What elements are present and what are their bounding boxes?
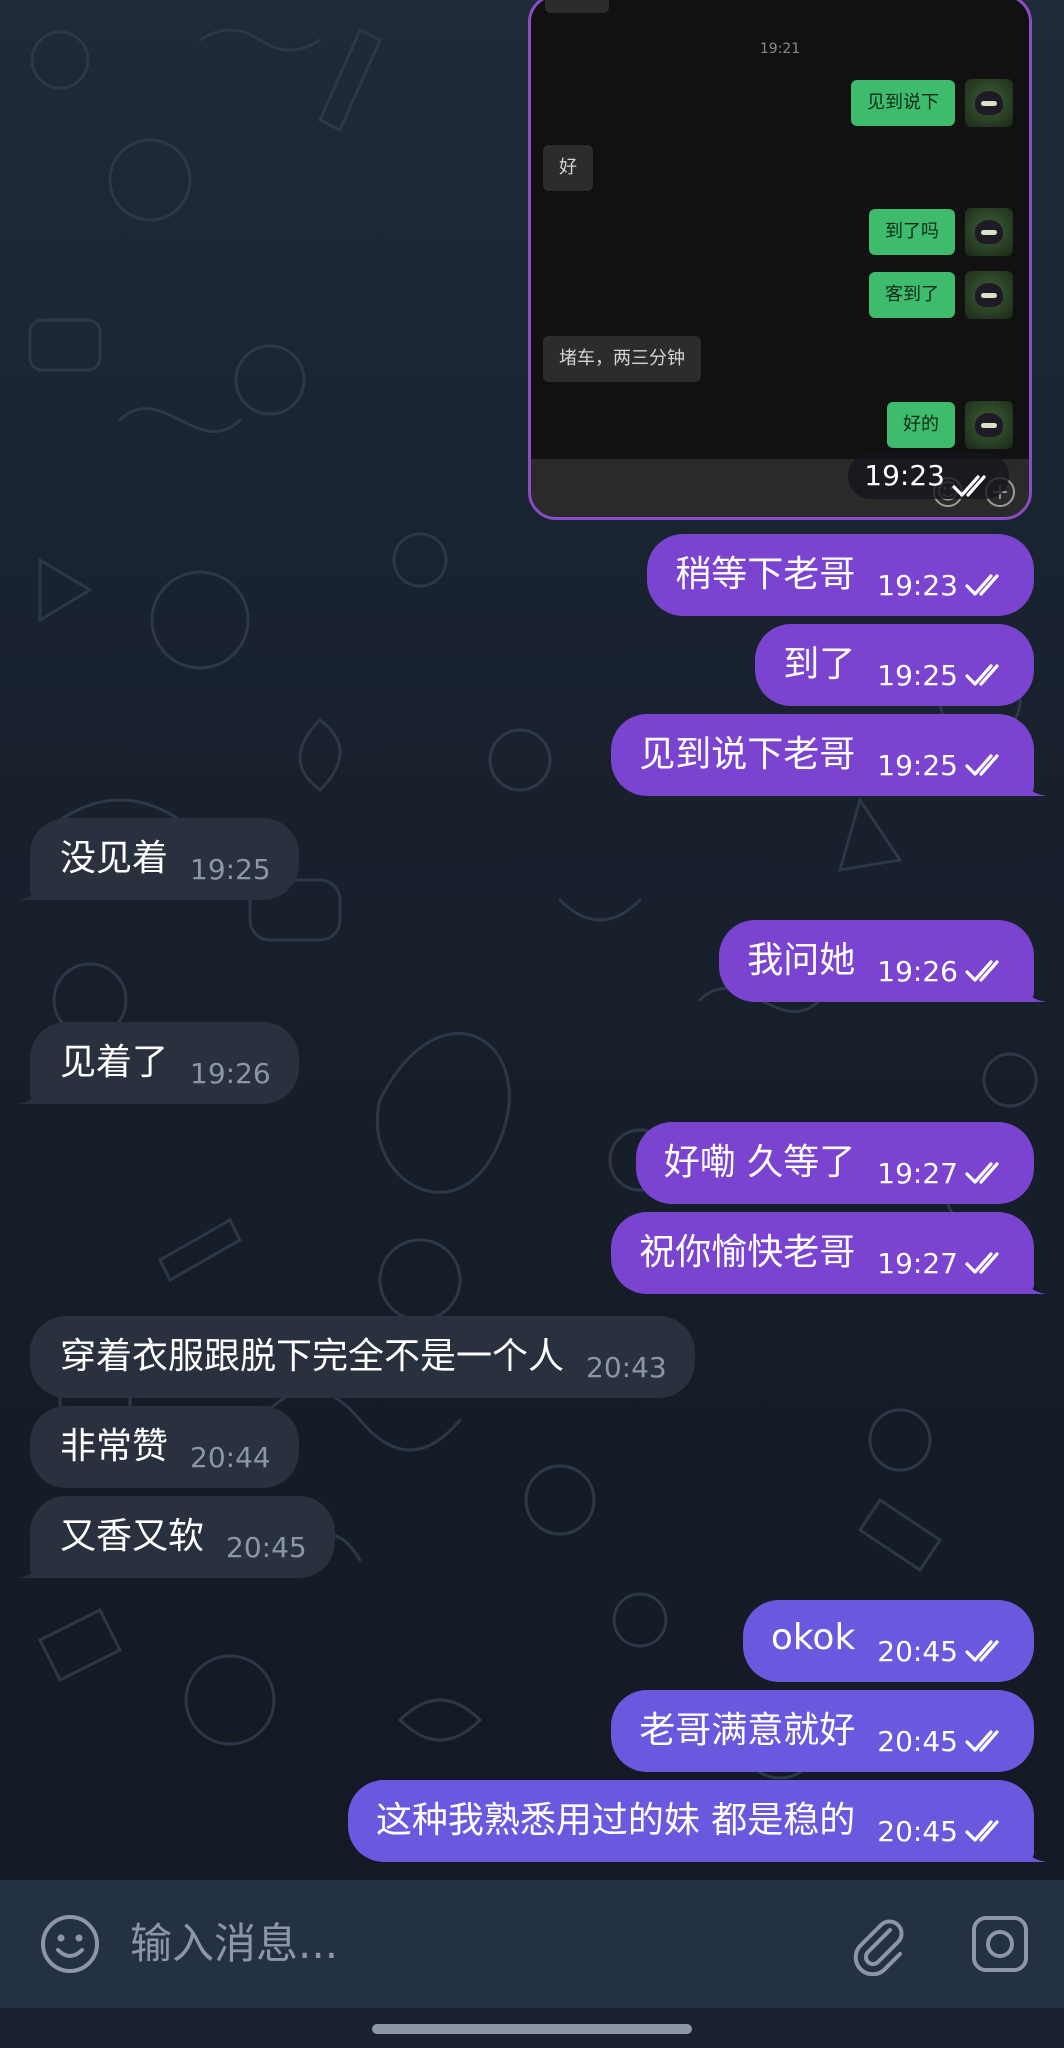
screenshot-time-label: 19:21 — [759, 41, 801, 57]
double-check-icon — [965, 1640, 999, 1662]
wechat-message-row: 好的 — [887, 401, 1013, 449]
message-time: 19:25 — [877, 748, 958, 782]
bubble-tail — [18, 1076, 46, 1104]
double-check-icon — [965, 960, 999, 982]
incoming-message[interactable]: 没见着 19:25 — [18, 818, 299, 900]
bubble-tail — [18, 872, 46, 900]
message-time: 19:23 — [877, 568, 958, 602]
incoming-message[interactable]: 又香又软 20:45 — [18, 1496, 335, 1578]
message-time: 20:44 — [190, 1440, 271, 1474]
message-timestamp: 19:23 — [848, 453, 1009, 499]
double-check-icon — [965, 754, 999, 776]
chat-background: 亏嘞 19:21 见到说下 好 到了吗 客到了 堵车，两三分钟 好的 — [0, 0, 1064, 1880]
outgoing-message[interactable]: 这种我熟悉用过的妹 都是稳的 20:45 — [347, 1780, 1046, 1862]
message-text: 稍等下老哥 — [675, 554, 856, 595]
message-text: 祝你愉快老哥 — [639, 1232, 856, 1273]
system-navigation-bar — [0, 2008, 1064, 2048]
bubble-tail — [1018, 974, 1046, 1002]
camera-icon[interactable] — [968, 1912, 1032, 1976]
outgoing-message[interactable]: 稍等下老哥 19:23 — [647, 534, 1034, 616]
avatar — [965, 401, 1013, 449]
message-time: 19:25 — [877, 658, 958, 692]
outgoing-message[interactable]: 好嘞 久等了 19:27 — [635, 1122, 1034, 1204]
wechat-message-row: 堵车，两三分钟 — [543, 336, 701, 382]
outgoing-message[interactable]: 到了 19:25 — [755, 624, 1034, 706]
incoming-message[interactable]: 非常赞 20:44 — [30, 1406, 299, 1488]
message-time: 19:25 — [190, 852, 271, 886]
double-check-icon — [952, 475, 986, 497]
outgoing-message[interactable]: 祝你愉快老哥 19:27 — [611, 1212, 1046, 1294]
outgoing-message[interactable]: 我问她 19:26 — [719, 920, 1046, 1002]
outgoing-message[interactable]: 老哥满意就好 20:45 — [611, 1690, 1034, 1772]
message-time: 20:45 — [877, 1724, 958, 1758]
bubble-tail — [1018, 1834, 1046, 1862]
paperclip-icon[interactable] — [846, 1912, 910, 1976]
double-check-icon — [965, 1252, 999, 1274]
message-input-bar: 输入消息... — [0, 1880, 1064, 2008]
home-indicator[interactable] — [372, 2024, 692, 2034]
wechat-message-row: 见到说下 — [851, 79, 1013, 127]
screenshot-image-card[interactable]: 亏嘞 19:21 见到说下 好 到了吗 客到了 堵车，两三分钟 好的 — [528, 0, 1032, 520]
wechat-bubble: 到了吗 — [869, 209, 955, 255]
message-time: 20:45 — [226, 1530, 307, 1564]
timestamp-text: 19:23 — [864, 459, 945, 492]
message-text: 好嘞 久等了 — [663, 1142, 856, 1183]
avatar — [965, 79, 1013, 127]
message-time: 20:45 — [877, 1814, 958, 1848]
message-text: 穿着衣服跟脱下完全不是一个人 — [60, 1336, 565, 1377]
message-time: 19:26 — [190, 1056, 271, 1090]
message-text: 这种我熟悉用过的妹 都是稳的 — [375, 1800, 856, 1841]
message-time: 19:26 — [877, 954, 958, 988]
bubble-tail — [18, 1550, 46, 1578]
incoming-message[interactable]: 见着了 19:26 — [18, 1022, 299, 1104]
double-check-icon — [965, 664, 999, 686]
outgoing-message[interactable]: okok 20:45 — [742, 1600, 1034, 1682]
bubble-tail — [1018, 1266, 1046, 1294]
emoji-icon[interactable] — [38, 1912, 102, 1976]
wechat-bubble: 见到说下 — [851, 80, 955, 126]
message-text: okok — [770, 1616, 856, 1658]
message-time: 20:45 — [877, 1634, 958, 1668]
message-text: 没见着 — [60, 838, 169, 879]
incoming-message[interactable]: 穿着衣服跟脱下完全不是一个人 20:43 — [30, 1316, 695, 1398]
avatar — [965, 271, 1013, 319]
partial-message-bubble: 亏嘞 — [545, 0, 609, 13]
wechat-screenshot: 亏嘞 19:21 见到说下 好 到了吗 客到了 堵车，两三分钟 好的 — [531, 0, 1029, 517]
message-time: 20:43 — [586, 1350, 667, 1384]
wechat-bubble: 客到了 — [869, 272, 955, 318]
double-check-icon — [965, 574, 999, 596]
wechat-message-row: 到了吗 — [869, 208, 1013, 256]
message-text: 见到说下老哥 — [639, 734, 856, 775]
outgoing-message[interactable]: 见到说下老哥 19:25 — [611, 714, 1046, 796]
message-text: 非常赞 — [60, 1426, 169, 1467]
message-time: 19:27 — [877, 1156, 958, 1190]
message-text: 见着了 — [60, 1042, 169, 1083]
wechat-bubble: 好 — [543, 145, 593, 191]
wechat-bubble: 堵车，两三分钟 — [543, 336, 701, 382]
wechat-message-row: 好 — [543, 145, 593, 191]
message-text: 到了 — [783, 644, 856, 685]
message-text: 我问她 — [747, 940, 856, 981]
bubble-tail — [1018, 768, 1046, 796]
wechat-message-row: 客到了 — [869, 271, 1013, 319]
double-check-icon — [965, 1162, 999, 1184]
double-check-icon — [965, 1820, 999, 1842]
message-input[interactable]: 输入消息... — [130, 1880, 338, 2008]
wechat-bubble: 好的 — [887, 402, 955, 448]
double-check-icon — [965, 1730, 999, 1752]
avatar — [965, 208, 1013, 256]
message-text: 老哥满意就好 — [639, 1710, 856, 1751]
message-time: 19:27 — [877, 1246, 958, 1280]
message-text: 又香又软 — [60, 1516, 205, 1557]
